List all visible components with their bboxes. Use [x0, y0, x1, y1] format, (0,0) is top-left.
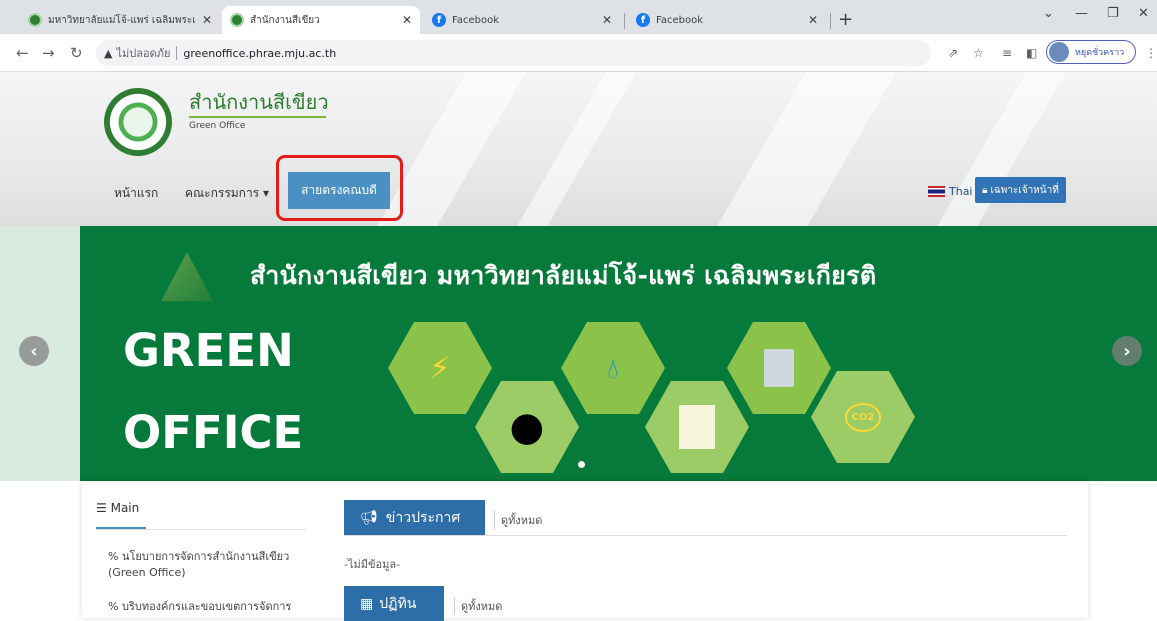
thai-flag-icon [928, 186, 945, 197]
carousel-prev-button[interactable]: ‹ [19, 336, 49, 366]
browser-tab-strip: มหาวิทยาลัยแม่โจ้-แพร่ เฉลิมพระเกียรติ ✕… [0, 0, 1157, 34]
close-window-icon[interactable]: ✕ [1138, 6, 1149, 21]
sidebar-heading: ☰ Main [96, 501, 139, 515]
staff-login-label: เฉพาะเจ้าหน้าที่ [990, 184, 1059, 196]
nav-committee[interactable]: คณะกรรมการ ▾ [185, 184, 269, 203]
caret-down-icon: ▾ [262, 186, 269, 200]
close-tab-icon[interactable]: ✕ [202, 13, 212, 27]
carousel-next-button[interactable]: › [1112, 336, 1142, 366]
no-data-text: -ไม่มีข้อมูล- [344, 558, 401, 571]
close-tab-icon[interactable]: ✕ [808, 13, 818, 27]
site-favicon-icon [28, 13, 42, 27]
facebook-icon: f [636, 13, 650, 27]
tab-title: Facebook [452, 14, 499, 26]
energy-hexagon: ⚡ [388, 322, 492, 414]
banner-title: สำนักงานสีเขียว มหาวิทยาลัยแม่โจ้-แพร่ เ… [250, 261, 877, 290]
tab-title: สำนักงานสีเขียว [250, 14, 320, 26]
lightning-icon: ⚡ [429, 350, 451, 386]
section-divider [344, 535, 1067, 536]
browser-tab-3[interactable]: f Facebook ✕ [424, 6, 620, 34]
recycle-icon [161, 252, 213, 302]
share-icon[interactable]: ⇗ [948, 46, 958, 60]
reading-list-icon[interactable]: ≡ [1002, 46, 1012, 60]
nav-committee-label: คณะกรรมการ [185, 186, 260, 200]
tab-divider [624, 13, 625, 29]
address-bar[interactable]: ▲ ไม่ปลอดภัย greenoffice.phrae.mju.ac.th [96, 40, 931, 66]
site-favicon-icon [230, 13, 244, 27]
news-see-all-link[interactable]: ดูทั้งหมด [494, 511, 542, 529]
co2-label: CO2 [851, 411, 875, 423]
oil-hexagon: ● [475, 381, 579, 473]
nav-home[interactable]: หน้าแรก [114, 184, 158, 203]
profile-label: หยุดชั่วคราว [1075, 48, 1125, 58]
close-tab-icon[interactable]: ✕ [402, 13, 412, 27]
waste-hexagon [727, 322, 831, 414]
sidebar-link-policy[interactable]: % นโยบายการจัดการสำนักงานสีเขียว (Green … [108, 549, 308, 581]
bookmark-star-icon[interactable]: ☆ [973, 46, 984, 60]
side-panel-icon[interactable]: ◧ [1026, 46, 1037, 60]
kebab-menu-icon[interactable]: ⋮ [1145, 46, 1157, 60]
site-title[interactable]: สำนักงานสีเขียว [189, 86, 329, 118]
calendar-icon: ▦ [360, 595, 374, 612]
sidebar-heading-label: Main [110, 501, 140, 515]
paper-icon [679, 405, 715, 449]
site-header: สำนักงานสีเขียว Green Office หน้าแรก คณะ… [0, 72, 1157, 226]
university-logo[interactable] [104, 88, 172, 156]
reload-icon[interactable]: ↻ [70, 44, 83, 62]
calendar-section-button[interactable]: ▦ ปฏิทิน [344, 586, 444, 621]
divider [176, 46, 178, 60]
new-tab-icon[interactable]: + [838, 9, 853, 30]
co2-hexagon: CO2 [811, 371, 915, 463]
tab-search-icon[interactable]: ⌄ [1043, 6, 1054, 21]
link-icon: % [108, 600, 119, 613]
tab-divider [830, 13, 831, 29]
sidebar-divider [96, 529, 306, 530]
minimize-icon[interactable]: — [1075, 6, 1088, 21]
sidebar-link-label: บริบทองค์กรและขอบเขตการจัดการ [121, 600, 292, 613]
news-label: ข่าวประกาศ [385, 509, 461, 526]
calendar-see-all-link[interactable]: ดูทั้งหมด [454, 597, 502, 615]
language-switch[interactable]: Thai [928, 185, 973, 198]
browser-tab-4[interactable]: f Facebook ✕ [628, 6, 826, 34]
news-section-button[interactable]: 📢︎ ข่าวประกาศ [344, 500, 485, 535]
restore-icon[interactable]: ❐ [1107, 6, 1119, 21]
lock-icon: 🔒︎ [982, 184, 988, 196]
banner-green-text: GREEN [123, 324, 294, 377]
trash-bin-icon [764, 349, 794, 387]
carousel-indicator[interactable] [578, 461, 585, 468]
tab-title: Facebook [656, 14, 703, 26]
oil-drop-icon: ● [509, 404, 545, 450]
title-underline [189, 116, 326, 118]
water-hexagon: 💧︎ [561, 322, 665, 414]
tab-title: มหาวิทยาลัยแม่โจ้-แพร่ เฉลิมพระเกียรติ [48, 14, 196, 26]
forward-icon[interactable]: → [42, 44, 55, 62]
language-label: Thai [949, 185, 973, 198]
back-icon[interactable]: ← [16, 44, 29, 62]
staff-login-button[interactable]: 🔒︎ เฉพาะเจ้าหน้าที่ [975, 177, 1066, 203]
warning-icon[interactable]: ▲ [104, 47, 112, 60]
highlight-box [276, 155, 403, 221]
link-icon: % [108, 550, 119, 563]
co2-icon: CO2 [844, 402, 882, 432]
banner-office-text: OFFICE [123, 406, 304, 459]
banner-carousel: สำนักงานสีเขียว มหาวิทยาลัยแม่โจ้-แพร่ เ… [0, 226, 1157, 481]
close-tab-icon[interactable]: ✕ [602, 13, 612, 27]
url-text[interactable]: greenoffice.phrae.mju.ac.th [183, 47, 336, 60]
sidebar-link-label: นโยบายการจัดการสำนักงานสีเขียว (Green Of… [108, 550, 290, 579]
site-subtitle: Green Office [189, 121, 246, 131]
facebook-icon: f [432, 13, 446, 27]
profile-button[interactable]: หยุดชั่วคราว [1046, 40, 1136, 64]
insecure-label[interactable]: ไม่ปลอดภัย [116, 44, 170, 62]
browser-tab-1[interactable]: มหาวิทยาลัยแม่โจ้-แพร่ เฉลิมพระเกียรติ ✕ [20, 6, 220, 34]
avatar [1049, 42, 1069, 62]
megaphone-icon: 📢︎ [360, 509, 378, 526]
browser-toolbar: ← → ↻ ▲ ไม่ปลอดภัย greenoffice.phrae.mju… [0, 34, 1157, 72]
browser-tab-2[interactable]: สำนักงานสีเขียว ✕ [222, 6, 420, 34]
water-drop-icon: 💧︎ [607, 350, 619, 386]
content-panel: ☰ Main % นโยบายการจัดการสำนักงานสีเขียว … [82, 481, 1088, 621]
calendar-label: ปฏิทิน [379, 595, 417, 612]
list-icon: ☰ [96, 501, 107, 515]
sidebar-link-context[interactable]: % บริบทองค์กรและขอบเขตการจัดการ [108, 599, 308, 615]
paper-hexagon [645, 381, 749, 473]
